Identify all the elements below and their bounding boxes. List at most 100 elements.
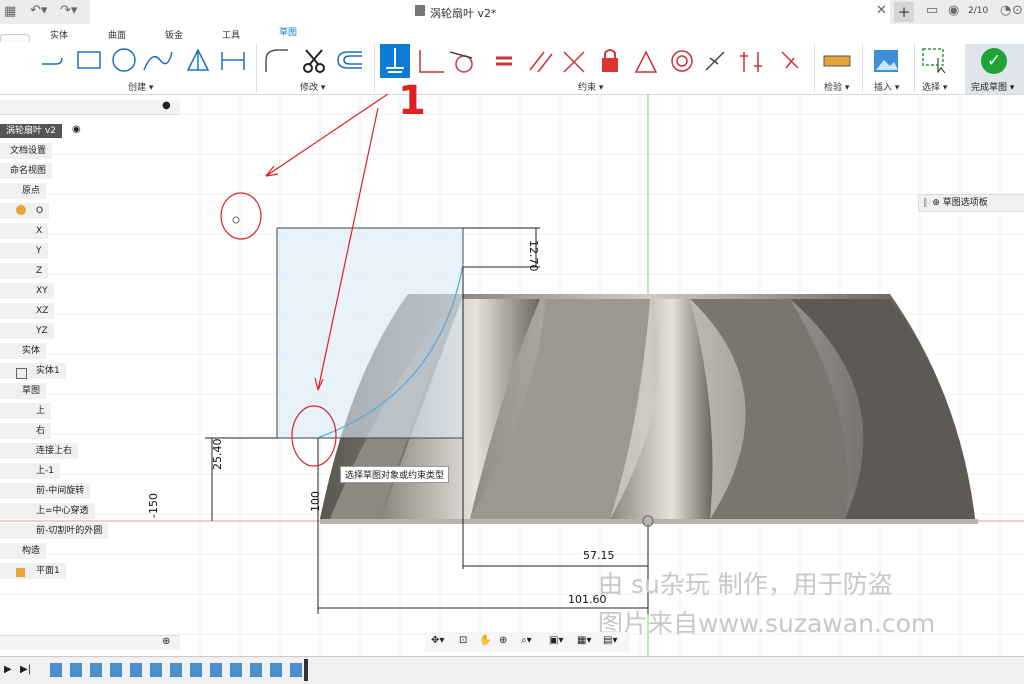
tab-surface[interactable]: 曲面 [108,28,126,41]
browser-item-xy[interactable]: XY [0,283,54,299]
finish-sketch-button[interactable]: ✓ 完成草图 ▾ [965,44,1024,94]
modify-tools[interactable] [262,46,372,76]
ribbon-tabs [0,24,1024,42]
timeline: ▶ ▶| [0,656,1024,684]
constraint-tools[interactable] [414,46,814,76]
parallel-icon [529,51,553,73]
perpendicular-icon [563,51,585,73]
viewports-icon[interactable]: ▤▾ [603,635,617,646]
tab-sheet-metal[interactable]: 钣金 [165,28,183,41]
offset-icon [337,51,362,69]
dimension-minus-150[interactable]: -150 [147,493,160,518]
job-counter[interactable]: 2/10 [968,6,988,16]
browser-item-x[interactable]: X [0,223,49,239]
coincident-icon [419,50,444,73]
pan-hand-icon[interactable]: ✋ [479,635,491,646]
new-tab-button[interactable]: + [894,2,914,22]
zoom-icon[interactable]: ⊕ [499,635,507,646]
dimension-100[interactable]: 100 [309,491,322,512]
annotation-number: 1 [398,78,426,124]
dimension-57-15[interactable]: 57.15 [583,549,615,562]
insert-group-label[interactable]: 插入 ▾ [874,80,899,93]
browser-item-yz[interactable]: YZ [0,323,54,339]
measure-ruler-icon[interactable] [822,50,852,72]
sketch-palette-panel[interactable]: ‖ ⊕ 草图选项板 [918,194,1024,212]
spline-tool-icon [143,51,173,71]
symmetry-icon [740,52,762,72]
body-icon [16,368,27,379]
browser-sketch-top-center[interactable]: 上=中心穿透 [0,503,95,519]
create-group-label[interactable]: 创建 ▾ [128,80,153,93]
help-icon[interactable]: ⊙ [1012,3,1023,18]
browser-folder-origin[interactable]: 原点 [0,183,47,199]
browser-item-body1[interactable]: 实体1 [0,363,66,379]
document-title: 涡轮扇叶 v2* [430,7,497,20]
browser-sketch-connect[interactable]: 连接上右 [0,443,79,459]
job-status-icon[interactable]: ◉ [948,3,959,18]
midpoint-icon [634,50,658,73]
browser-folder-sketches[interactable]: 草图 [0,383,47,399]
insert-image-icon[interactable] [872,48,900,74]
browser-item-xz[interactable]: XZ [0,303,55,319]
tab-tools[interactable]: 工具 [222,28,240,41]
browser-root[interactable]: 涡轮扇叶 v2 [0,124,62,138]
chat-icon[interactable]: ▭ [926,3,938,18]
sketch-profile[interactable] [276,227,464,439]
navigation-bar: ✥▾ ⊡ ✋ ⊕ ⌕▾ ▣▾ ▦▾ ▤▾ [425,632,630,652]
horizontal-vertical-constraint-button[interactable] [380,44,410,78]
browser-folder-construction[interactable]: 构造 [0,543,47,559]
select-window-icon[interactable] [920,46,950,74]
inspect-group-label[interactable]: 检验 ▾ [824,80,849,93]
browser-item-z[interactable]: Z [0,263,49,279]
browser-item-named-views[interactable]: 命名视图 [0,163,53,179]
tab-solid[interactable]: 实体 [50,28,68,41]
finish-sketch-label: 完成草图 ▾ [971,83,1015,93]
sketch-palette-label: 草图选项板 [942,198,988,208]
tab-sketch[interactable]: 草图 [268,24,308,44]
modify-group-label[interactable]: 修改 ▾ [300,80,325,93]
sketch-origin-point[interactable] [232,216,240,224]
watermark-line1: 由 su杂玩 制作，用于防盗 [598,570,893,599]
step-end-icon[interactable]: ▶| [20,664,31,675]
palette-grip-icon[interactable]: ‖ [923,198,928,208]
look-at-icon[interactable]: ⊡ [459,635,467,646]
app-menu-icon[interactable]: ▦ [4,4,16,19]
dimension-25-40[interactable]: 25.40 [211,439,224,471]
expand-icon[interactable]: ⊕ [932,198,940,208]
browser-item-y[interactable]: Y [0,243,48,259]
grid-settings-icon[interactable]: ▦▾ [577,635,591,646]
collapse-icon[interactable]: ● [162,100,171,111]
dimension-line-icon [221,52,245,70]
notifications-icon[interactable]: ◔ [1000,3,1011,18]
display-settings-icon[interactable]: ▣▾ [549,635,563,646]
line-tool-icon [42,57,63,65]
timeline-features[interactable] [50,663,305,677]
fix-lock-icon [602,49,618,72]
browser-folder-bodies[interactable]: 实体 [0,343,47,359]
checkmark-icon: ✓ [981,48,1007,74]
fit-icon[interactable]: ⌕▾ [521,635,532,646]
browser-item-doc-settings[interactable]: 文档设置 [0,143,53,159]
create-tools[interactable] [36,46,251,76]
mirror-tool-icon [186,48,210,71]
undo-icon[interactable]: ↶▾ [30,3,47,18]
constraints-group-label[interactable]: 约束 ▾ [578,80,603,93]
activate-radio-icon[interactable]: ◉ [72,124,81,135]
browser-sketch-top-1[interactable]: 上-1 [0,463,60,479]
timeline-marker[interactable] [304,659,308,681]
browser-sketch-right[interactable]: 右 [0,423,52,439]
browser-sketch-top[interactable]: 上 [0,403,52,419]
redo-icon[interactable]: ↷▾ [60,3,77,18]
orbit-icon[interactable]: ✥▾ [431,635,444,646]
close-tab-icon[interactable]: ✕ [876,3,887,18]
equal-icon [496,56,512,66]
select-group-label[interactable]: 选择 ▾ [922,80,947,93]
collinear-icon [705,51,725,71]
add-comment-icon[interactable]: ⊕ [162,636,170,647]
browser-sketch-front-rotate[interactable]: 前-中间旋转 [0,483,91,499]
browser-sketch-front-cut[interactable]: 前-切割叶的外圆 [0,523,109,539]
browser-item-plane1[interactable]: 平面1 [0,563,66,579]
curvature-icon [781,51,799,69]
dimension-12-70[interactable]: 12.70 [527,240,540,272]
play-icon[interactable]: ▶ [4,664,12,675]
